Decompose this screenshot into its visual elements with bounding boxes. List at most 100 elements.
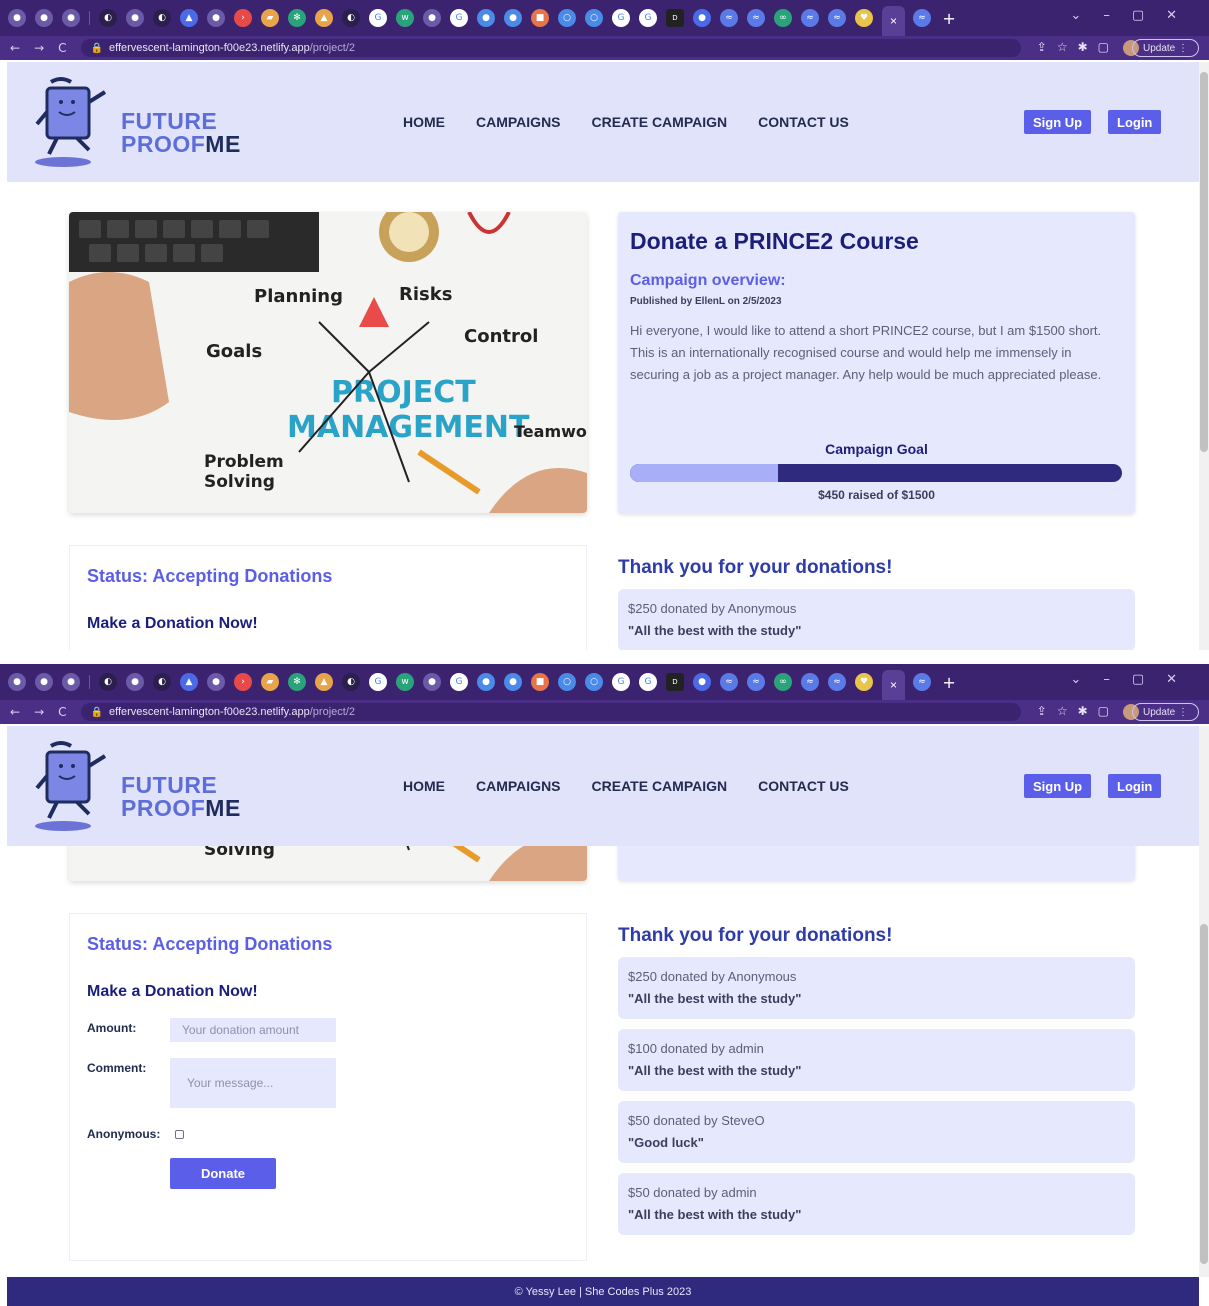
tab-icon[interactable]: ●	[693, 673, 711, 691]
tab-icon[interactable]: ▲	[315, 9, 333, 27]
active-tab[interactable]: ×	[882, 670, 906, 700]
google-tab-icon[interactable]: G	[612, 673, 630, 691]
tab-icon[interactable]: w	[396, 673, 414, 691]
tab-icon[interactable]: ▰	[261, 673, 279, 691]
comment-textarea[interactable]: Your message...	[170, 1058, 336, 1108]
nav-campaigns[interactable]: CAMPAIGNS	[476, 778, 561, 794]
donate-button[interactable]: Donate	[170, 1158, 276, 1189]
tab-icon[interactable]: ●	[207, 9, 225, 27]
update-button[interactable]: Update ⋮	[1131, 39, 1199, 57]
tab-icon[interactable]: ●	[8, 9, 26, 27]
reload-icon[interactable]: C	[58, 705, 66, 719]
new-tab-button[interactable]: +	[940, 9, 958, 28]
url-field[interactable]: 🔒 effervescent-lamington-f00e23.netlify.…	[80, 39, 1021, 57]
tab-icon[interactable]: ›	[234, 673, 252, 691]
browser-toolbar-icons[interactable]: ⇪☆✱▢	[1037, 704, 1119, 718]
tab-icon[interactable]: ≈	[801, 673, 819, 691]
github-tab-icon[interactable]: ◐	[153, 9, 171, 27]
tab-icon[interactable]: ■	[531, 9, 549, 27]
tab-icon[interactable]: ▲	[180, 673, 198, 691]
forward-arrow-icon[interactable]: →	[34, 41, 44, 55]
tab-icon[interactable]: ≈	[913, 9, 932, 27]
tab-icon[interactable]: ●	[62, 9, 80, 27]
signup-button[interactable]: Sign Up	[1024, 110, 1092, 134]
tab-icon[interactable]: ○	[585, 673, 603, 691]
tab-icon[interactable]: ○	[585, 9, 603, 27]
tab-icon[interactable]: ≈	[720, 9, 738, 27]
tab-icon[interactable]: ♥	[855, 9, 873, 27]
tab-icon[interactable]: ●	[504, 9, 522, 27]
google-tab-icon[interactable]: G	[369, 673, 387, 691]
tab-icon[interactable]: ≈	[801, 9, 819, 27]
tab-icon[interactable]: ○	[558, 9, 576, 27]
tab-icon[interactable]: ≈	[828, 9, 846, 27]
tab-icon[interactable]: ●	[693, 9, 711, 27]
tab-icon[interactable]: ≈	[747, 673, 765, 691]
tab-icon[interactable]: ○	[558, 673, 576, 691]
github-tab-icon[interactable]: ◐	[342, 673, 360, 691]
logo[interactable]: FUTURE PROOFME	[33, 736, 240, 836]
tab-icon[interactable]: ▲	[180, 9, 198, 27]
nav-create-campaign[interactable]: CREATE CAMPAIGN	[592, 114, 728, 130]
google-tab-icon[interactable]: G	[369, 9, 387, 27]
nav-contact-us[interactable]: CONTACT US	[758, 778, 849, 794]
browser-toolbar-icons[interactable]: ⇪☆✱▢	[1037, 40, 1119, 54]
active-tab[interactable]: ×	[882, 6, 906, 36]
github-tab-icon[interactable]: ◐	[342, 9, 360, 27]
tab-icon[interactable]: ●	[477, 673, 495, 691]
anonymous-checkbox[interactable]	[175, 1130, 184, 1139]
scroll-thumb[interactable]	[1200, 72, 1208, 452]
nav-home[interactable]: HOME	[403, 114, 445, 130]
dev-tab-icon[interactable]: D	[666, 673, 684, 691]
github-tab-icon[interactable]: ◐	[99, 9, 117, 27]
update-button[interactable]: Update ⋮	[1131, 703, 1199, 721]
nav-create-campaign[interactable]: CREATE CAMPAIGN	[592, 778, 728, 794]
nav-home[interactable]: HOME	[403, 778, 445, 794]
tab-icon[interactable]: ●	[35, 9, 53, 27]
tab-icon[interactable]: ›	[234, 9, 252, 27]
window-controls[interactable]: ⌄–▢✕	[1070, 672, 1199, 687]
tab-icon[interactable]: ▲	[315, 673, 333, 691]
google-tab-icon[interactable]: G	[450, 673, 468, 691]
tab-icon[interactable]: ∞	[774, 673, 792, 691]
tab-icon[interactable]: ●	[504, 673, 522, 691]
tab-close-icon[interactable]: ×	[890, 14, 897, 28]
tab-icon[interactable]: ≈	[747, 9, 765, 27]
google-tab-icon[interactable]: G	[612, 9, 630, 27]
tab-icon[interactable]: ∞	[774, 9, 792, 27]
tab-icon[interactable]: ≈	[720, 673, 738, 691]
tab-icon[interactable]: ≈	[828, 673, 846, 691]
tab-icon[interactable]: ●	[35, 673, 53, 691]
tab-icon[interactable]: ●	[423, 673, 441, 691]
dev-tab-icon[interactable]: D	[666, 9, 684, 27]
tab-icon[interactable]: ●	[126, 9, 144, 27]
google-tab-icon[interactable]: G	[450, 9, 468, 27]
tab-icon[interactable]: ●	[62, 673, 80, 691]
tab-close-icon[interactable]: ×	[890, 678, 897, 692]
tab-icon[interactable]: ✻	[288, 673, 306, 691]
tab-icon[interactable]: ▰	[261, 9, 279, 27]
login-button[interactable]: Login	[1108, 110, 1162, 134]
login-button[interactable]: Login	[1108, 774, 1162, 798]
scrollbar[interactable]	[1199, 62, 1209, 650]
tab-icon[interactable]: ≈	[913, 673, 932, 691]
tab-icon[interactable]: ●	[477, 9, 495, 27]
github-tab-icon[interactable]: ◐	[153, 673, 171, 691]
tab-icon[interactable]: ●	[126, 673, 144, 691]
amount-input[interactable]: Your donation amount	[170, 1018, 336, 1042]
google-tab-icon[interactable]: G	[639, 673, 657, 691]
tab-icon[interactable]: ■	[531, 673, 549, 691]
window-controls[interactable]: ⌄–▢✕	[1070, 8, 1199, 23]
forward-arrow-icon[interactable]: →	[34, 705, 44, 719]
back-arrow-icon[interactable]: ←	[10, 41, 20, 55]
scrollbar[interactable]	[1199, 726, 1209, 1277]
nav-campaigns[interactable]: CAMPAIGNS	[476, 114, 561, 130]
nav-contact-us[interactable]: CONTACT US	[758, 114, 849, 130]
tab-icon[interactable]: w	[396, 9, 414, 27]
logo[interactable]: FUTURE PROOFME	[33, 72, 240, 172]
reload-icon[interactable]: C	[58, 41, 66, 55]
tab-icon[interactable]: ✻	[288, 9, 306, 27]
tab-icon[interactable]: ●	[207, 673, 225, 691]
scroll-thumb[interactable]	[1200, 924, 1208, 1264]
back-arrow-icon[interactable]: ←	[10, 705, 20, 719]
